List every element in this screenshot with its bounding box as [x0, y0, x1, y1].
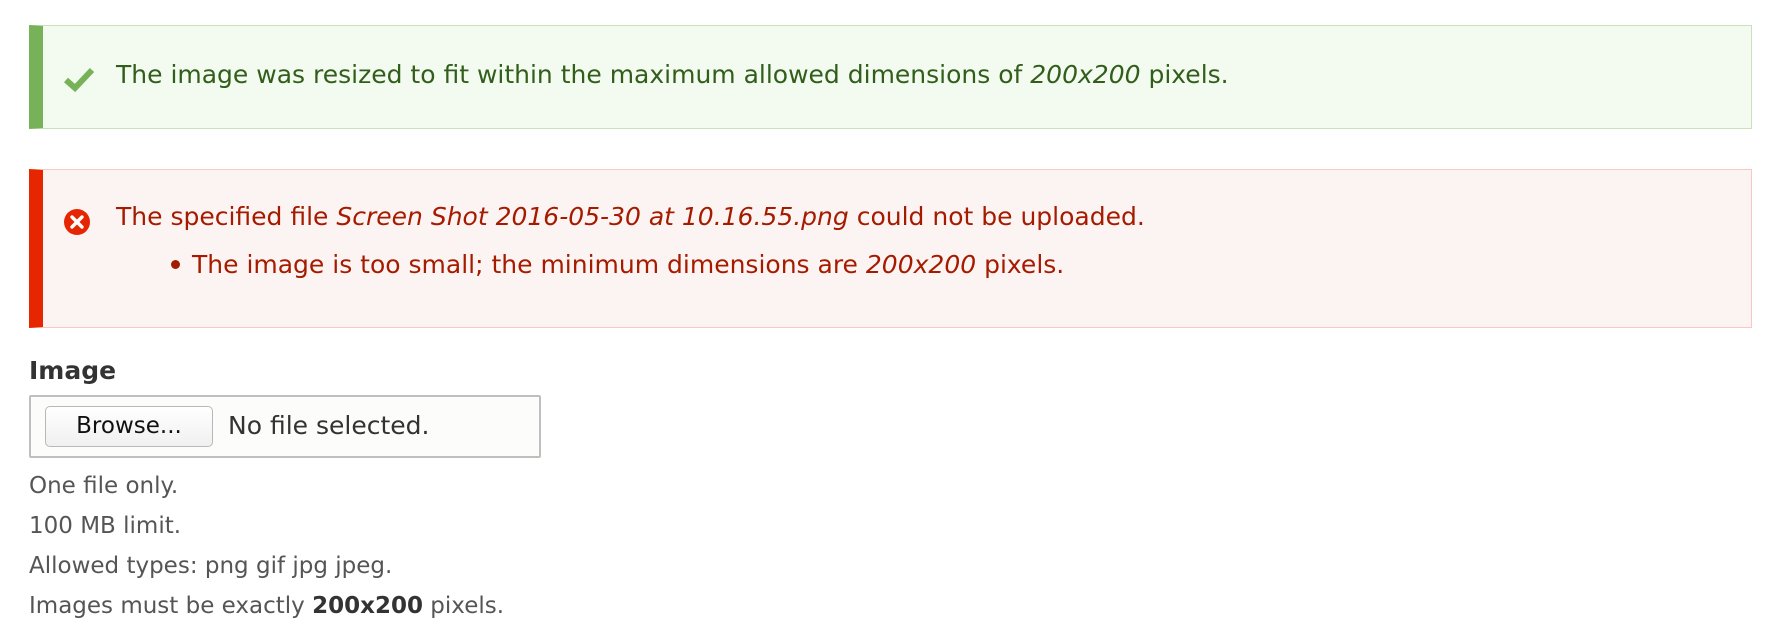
field-description: One file only. 100 MB limit. Allowed typ… [29, 466, 1752, 626]
error-filename: Screen Shot 2016-05-30 at 10.16.55.png [336, 202, 849, 231]
required-dimensions: 200x200 [312, 593, 423, 619]
file-types-help: Allowed types: png gif jpg jpeg. [29, 553, 393, 579]
file-input[interactable]: Browse... No file selected. [29, 395, 541, 458]
file-status-text: No file selected. [228, 411, 430, 440]
file-count-help: One file only. [29, 473, 179, 499]
error-dimensions: 200x200 [865, 250, 977, 279]
error-message: The specified file Screen Shot 2016-05-3… [29, 169, 1752, 328]
status-dimensions: 200x200 [1030, 60, 1141, 89]
error-message-text: The specified file Screen Shot 2016-05-3… [116, 202, 1145, 231]
error-list: The image is too small; the minimum dime… [171, 250, 1064, 280]
image-dimensions-help: Images must be exactly 200x200 pixels. [29, 593, 505, 619]
check-icon [63, 63, 95, 102]
status-message: The image was resized to fit within the … [29, 25, 1752, 129]
error-list-item: The image is too small; the minimum dime… [171, 250, 1064, 280]
error-circle-icon [63, 208, 91, 243]
browse-button[interactable]: Browse... [45, 406, 213, 447]
file-size-help: 100 MB limit. [29, 513, 182, 539]
image-field-label: Image [29, 356, 117, 385]
image-field: Image Browse... No file selected. One fi… [29, 356, 1752, 626]
status-message-text: The image was resized to fit within the … [116, 60, 1229, 89]
page: The image was resized to fit within the … [29, 25, 1752, 626]
